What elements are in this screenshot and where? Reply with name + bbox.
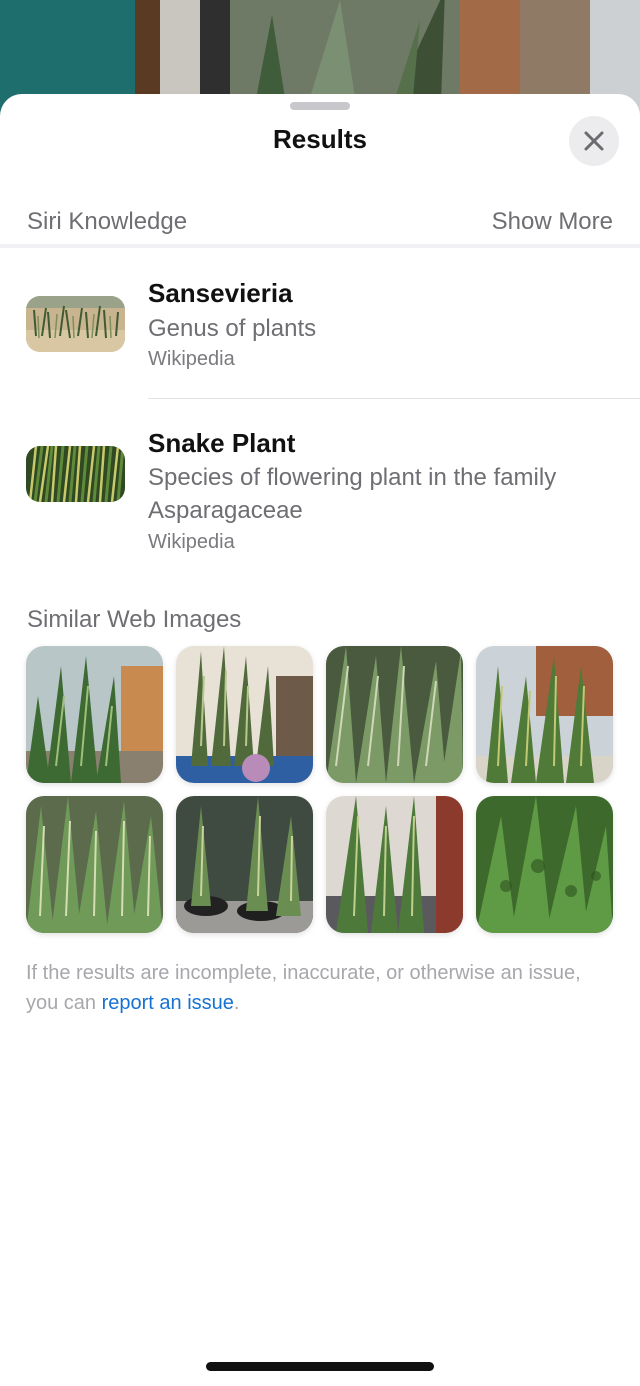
result-thumbnail <box>26 446 125 502</box>
similar-images-grid <box>26 646 614 936</box>
report-footer: If the results are incomplete, inaccurat… <box>26 958 606 1018</box>
web-image-1[interactable] <box>26 646 163 783</box>
web-image-3[interactable] <box>326 646 463 783</box>
home-indicator[interactable] <box>206 1362 434 1371</box>
web-image-4[interactable] <box>476 646 613 783</box>
footer-end: . <box>233 992 240 1014</box>
result-title: Snake Plant <box>148 428 296 458</box>
web-image-2[interactable] <box>176 646 313 783</box>
results-sheet: Results Siri Knowledge Show More Sansevi… <box>0 94 640 1386</box>
knowledge-result-snake-plant[interactable]: Snake Plant Species of flowering plant i… <box>0 94 640 564</box>
similar-web-images-label: Similar Web Images <box>27 606 242 633</box>
web-image-8[interactable] <box>476 796 613 933</box>
result-source: Wikipedia <box>148 531 235 553</box>
web-image-5[interactable] <box>26 796 163 933</box>
web-image-6[interactable] <box>176 796 313 933</box>
report-issue-link[interactable]: report an issue <box>102 992 234 1014</box>
result-subtitle: Species of flowering plant in the family… <box>148 464 557 524</box>
web-image-7[interactable] <box>326 796 463 933</box>
